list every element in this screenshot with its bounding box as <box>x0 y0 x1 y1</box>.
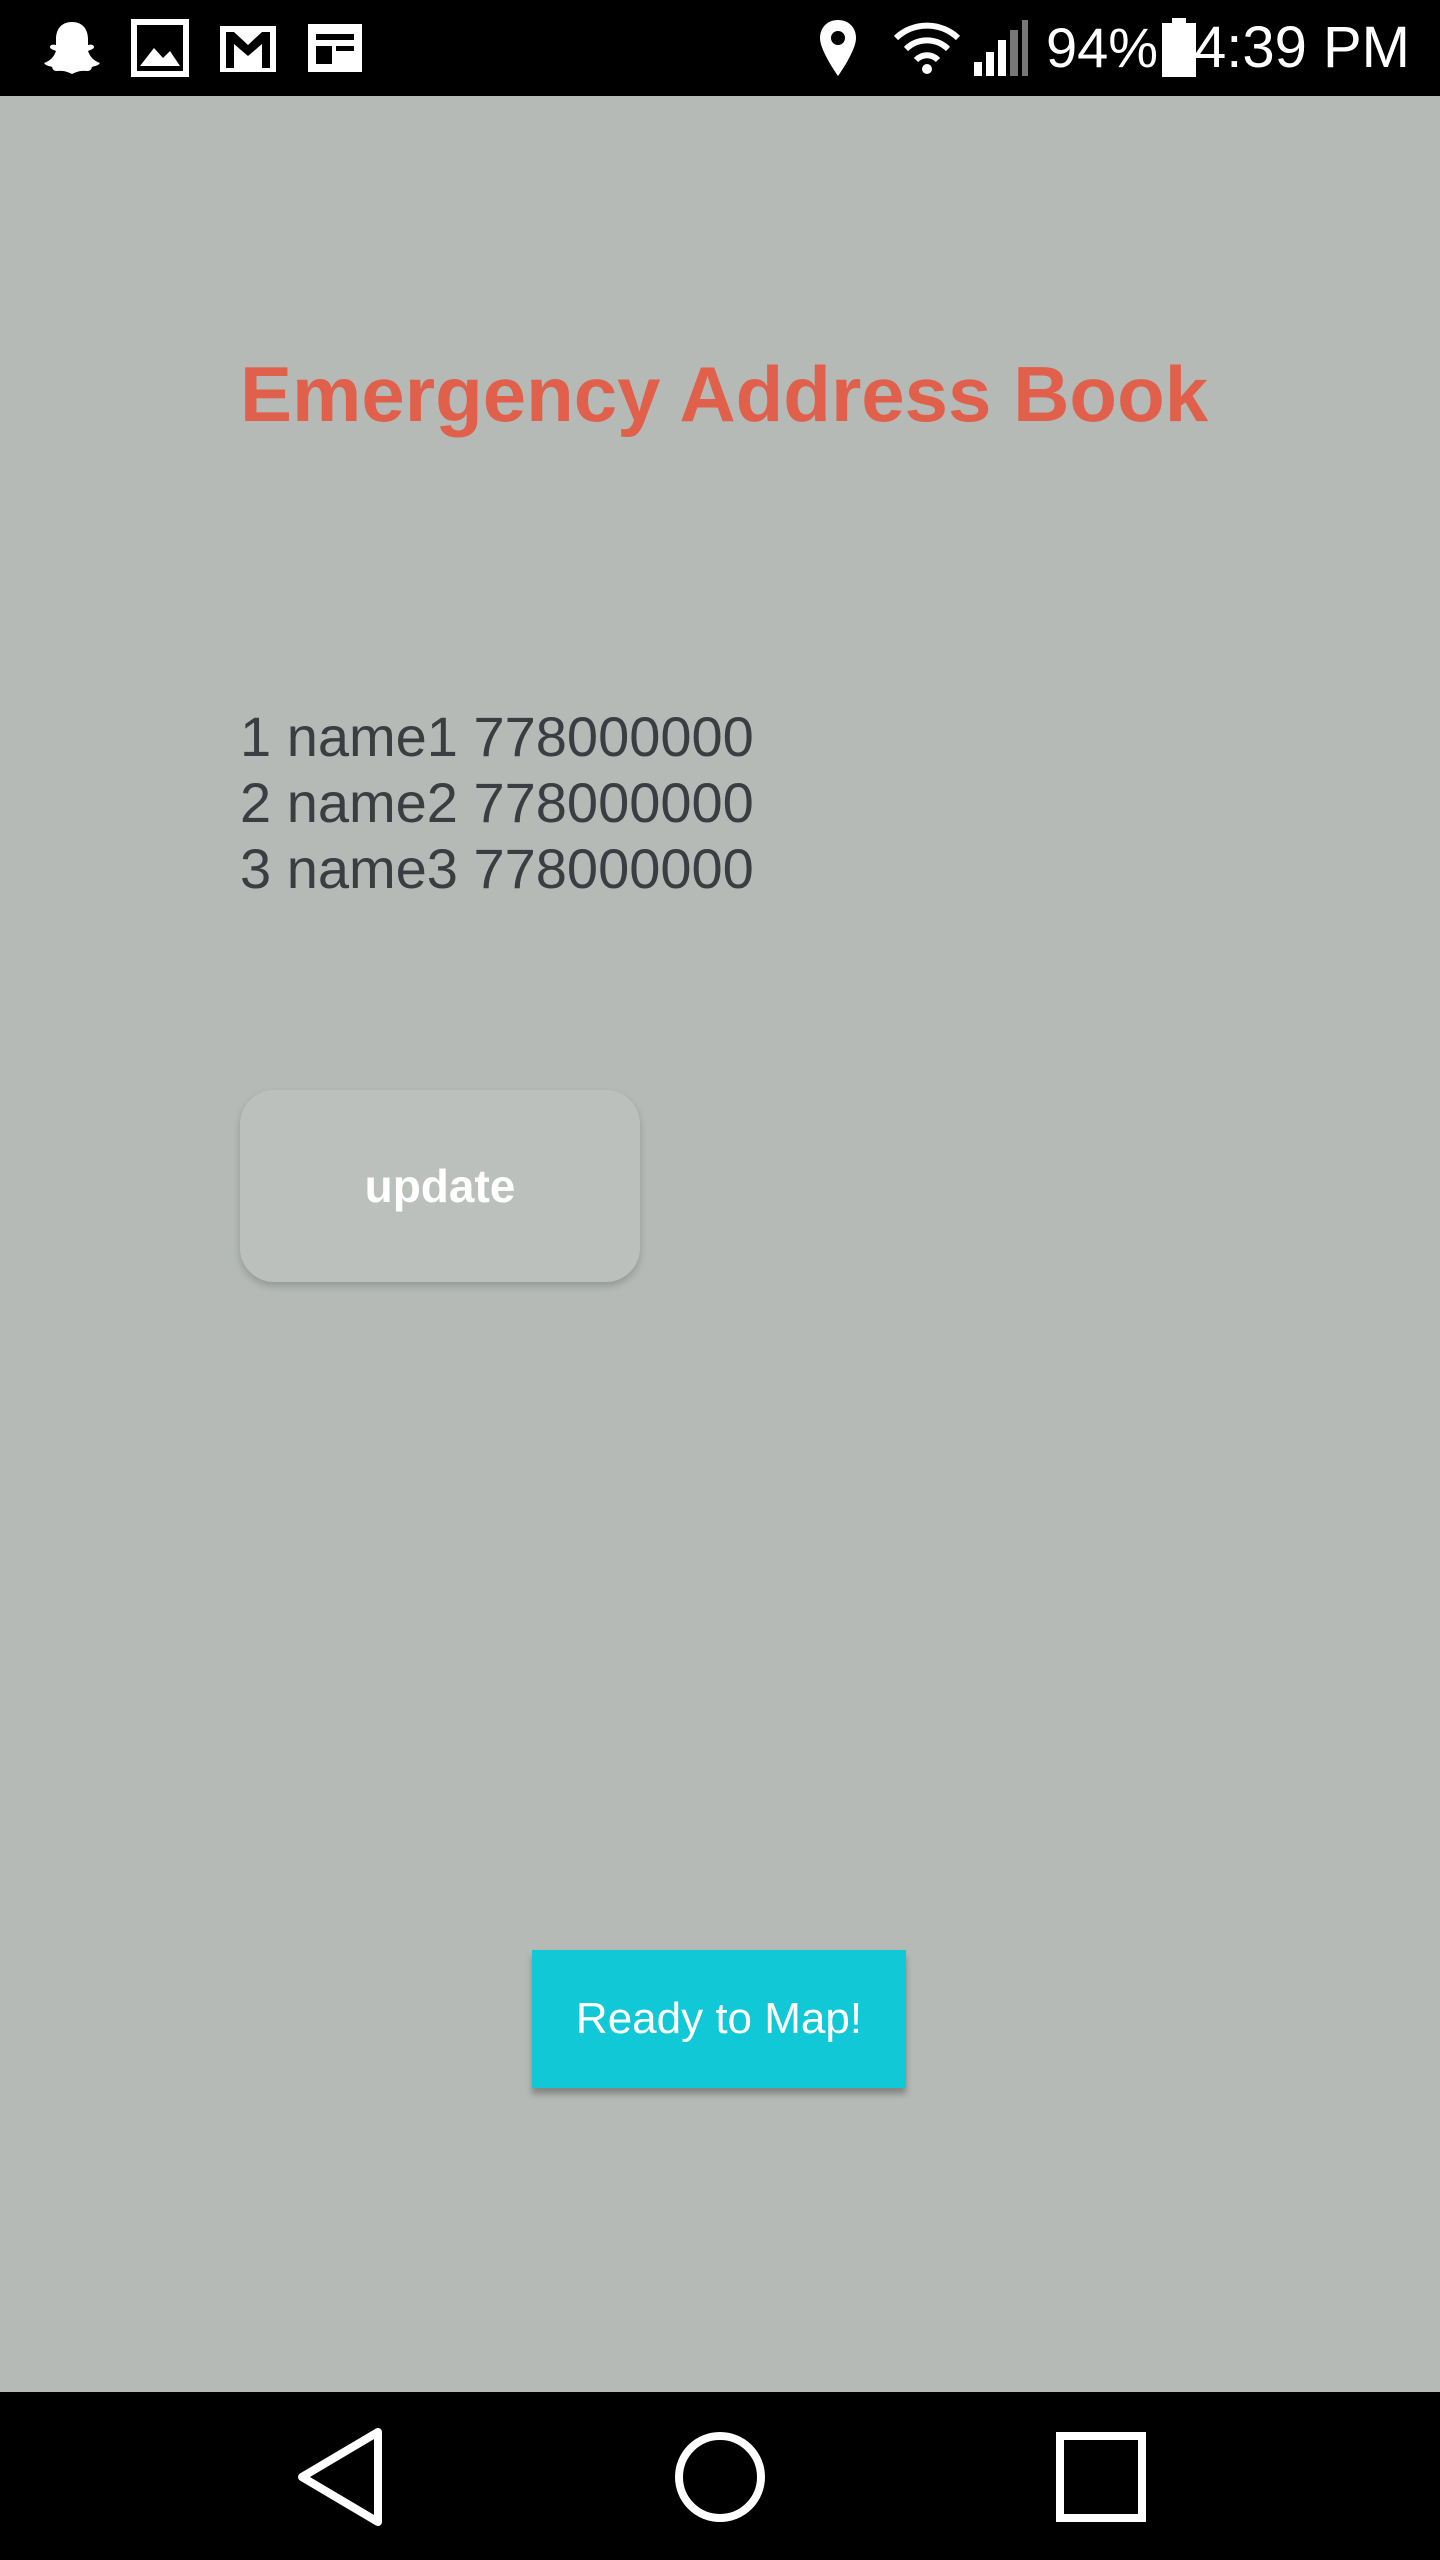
signal-icon <box>974 20 1028 76</box>
snapchat-icon <box>44 22 100 74</box>
recents-icon[interactable] <box>1046 2422 1156 2532</box>
ready-to-map-button[interactable]: Ready to Map! <box>532 1950 906 2088</box>
gmail-icon <box>220 26 276 72</box>
news-icon <box>308 24 362 72</box>
wifi-icon <box>893 22 961 74</box>
battery-percent: 94% <box>1046 16 1159 79</box>
update-button[interactable]: update <box>240 1090 640 1282</box>
home-icon[interactable] <box>665 2422 775 2532</box>
page-title: Emergency Address Book <box>240 350 1209 438</box>
screen: 94% 4:39 PM Emergency Address Book 1 nam… <box>0 0 1440 2560</box>
back-icon[interactable] <box>288 2422 398 2532</box>
contact-row: 2 name2 778000000 <box>240 771 754 834</box>
contact-list: 1 name1 778000000 2 name2 778000000 3 na… <box>240 704 754 902</box>
status-bar: 94% 4:39 PM <box>0 0 1440 96</box>
navigation-bar <box>0 2392 1440 2560</box>
contact-row: 3 name3 778000000 <box>240 837 754 900</box>
location-icon <box>820 20 856 76</box>
battery-icon <box>1162 18 1196 77</box>
contact-row: 1 name1 778000000 <box>240 705 754 768</box>
image-icon <box>131 19 189 77</box>
status-clock: 4:39 PM <box>1194 15 1410 80</box>
